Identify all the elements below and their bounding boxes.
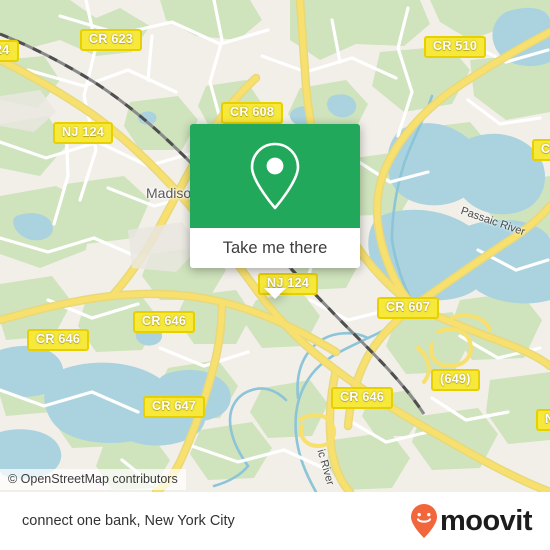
map-attribution[interactable]: © OpenStreetMap contributors <box>0 469 186 490</box>
route-shield-cr-623[interactable]: CR 623 <box>80 29 143 51</box>
location-caption: connect one bank, New York City <box>22 513 235 529</box>
callout-tail <box>264 288 286 299</box>
destination-callout[interactable]: Take me there <box>190 124 360 299</box>
route-shield-cr-647[interactable]: CR 647 <box>143 396 206 418</box>
callout-image-panel <box>190 124 360 228</box>
route-shield-cr-607[interactable]: CR 607 <box>377 297 440 319</box>
route-shield-cr-646-south[interactable]: CR 646 <box>331 387 394 409</box>
route-shield-cr-right-edge[interactable]: CR <box>532 139 550 161</box>
route-shield-nj-124-edge[interactable]: 24 <box>0 40 19 62</box>
map-canvas[interactable]: Madison Passaic River ic River 24 CR 623… <box>0 0 550 492</box>
map-pin-icon <box>250 142 300 210</box>
route-shield-649[interactable]: (649) <box>431 369 480 391</box>
take-me-there-button[interactable]: Take me there <box>190 228 360 268</box>
route-shield-cr-646-west[interactable]: CR 646 <box>27 329 90 351</box>
map-screenshot: Madison Passaic River ic River 24 CR 623… <box>0 0 550 550</box>
route-shield-n-right-edge[interactable]: N <box>536 409 550 431</box>
route-shield-cr-646-center[interactable]: CR 646 <box>133 311 196 333</box>
moovit-wordmark: moovit <box>439 504 533 537</box>
moovit-logo[interactable]: moovit <box>409 503 533 539</box>
footer-bar: connect one bank, New York City moovit <box>0 492 550 550</box>
route-shield-nj-124-west[interactable]: NJ 124 <box>53 122 114 144</box>
route-shield-cr-608[interactable]: CR 608 <box>221 102 284 124</box>
route-shield-cr-510[interactable]: CR 510 <box>424 36 487 58</box>
take-me-there-label: Take me there <box>222 238 328 257</box>
moovit-smiley-pin-icon <box>410 504 437 538</box>
